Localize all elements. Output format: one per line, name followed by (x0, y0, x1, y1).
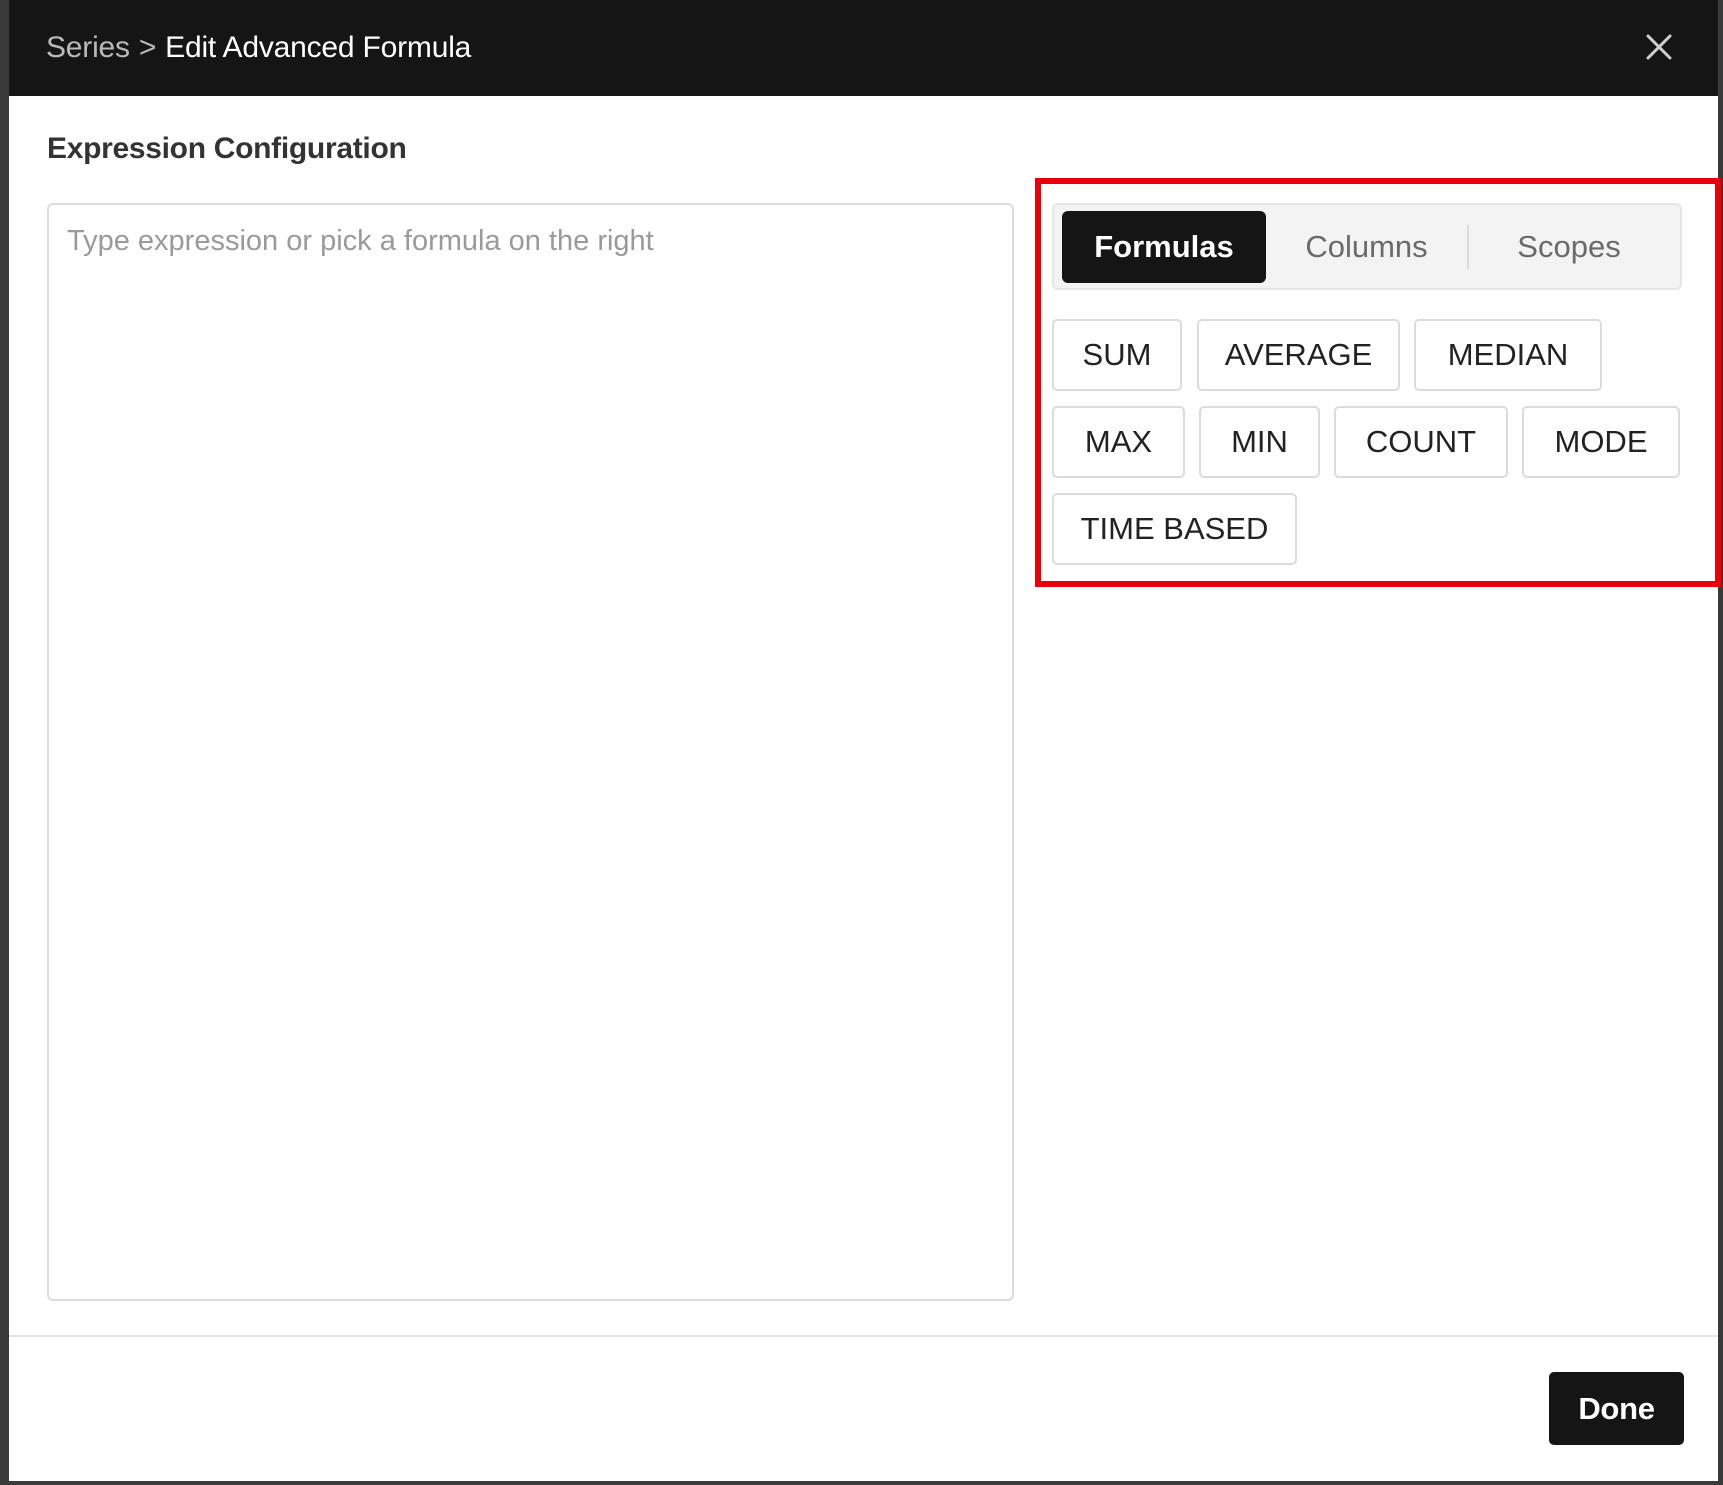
formula-max-button[interactable]: MAX (1052, 406, 1185, 478)
dialog-title: Edit Advanced Formula (165, 31, 472, 64)
tab-columns[interactable]: Columns (1266, 211, 1467, 283)
dialog-titlebar: Series > Edit Advanced Formula (9, 0, 1718, 96)
section-title: Expression Configuration (47, 132, 407, 165)
formula-time-based-button[interactable]: TIME BASED (1052, 493, 1297, 565)
done-button[interactable]: Done (1549, 1372, 1684, 1445)
expression-input[interactable] (47, 203, 1014, 1301)
formula-median-button[interactable]: MEDIAN (1414, 319, 1602, 391)
tab-formulas[interactable]: Formulas (1062, 210, 1266, 283)
tab-scopes[interactable]: Scopes (1469, 211, 1669, 283)
formula-min-button[interactable]: MIN (1199, 406, 1320, 478)
formula-sum-button[interactable]: SUM (1052, 319, 1182, 391)
picker-tabs: Formulas Columns Scopes (1052, 203, 1682, 290)
close-button[interactable] (1638, 26, 1680, 68)
formula-average-button[interactable]: AVERAGE (1197, 319, 1400, 391)
breadcrumb-separator: > (138, 31, 157, 64)
formula-mode-button[interactable]: MODE (1522, 406, 1680, 478)
close-icon (1646, 34, 1672, 60)
formula-count-button[interactable]: COUNT (1334, 406, 1508, 478)
breadcrumb-parent[interactable]: Series (46, 31, 130, 65)
breadcrumb: Series > Edit Advanced Formula (46, 31, 471, 65)
footer-divider (9, 1335, 1718, 1337)
edit-formula-dialog: Series > Edit Advanced Formula Expressio… (9, 0, 1721, 1481)
